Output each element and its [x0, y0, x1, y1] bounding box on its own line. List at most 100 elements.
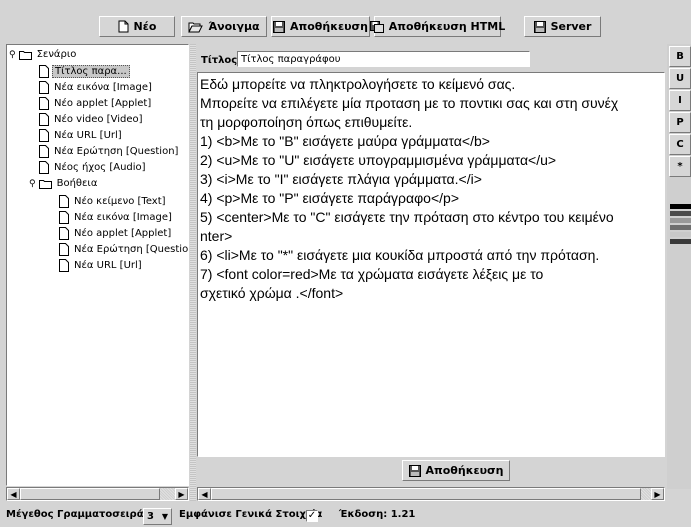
key-icon: ⚲ [29, 178, 36, 189]
color-swatch[interactable] [670, 239, 691, 244]
font-size-value: 3 [147, 511, 154, 522]
document-icon [59, 227, 69, 240]
save-content-button-label: Αποθήκευση [425, 464, 504, 477]
document-icon [59, 195, 69, 208]
key-icon: ⚲ [9, 49, 16, 60]
document-icon [39, 81, 49, 94]
title-input[interactable] [237, 51, 530, 67]
tree-item[interactable]: Νέο applet [Applet] [59, 226, 173, 241]
content-text-area[interactable]: Εδώ μπορείτε να πληκτρολογήσετε το κείμε… [197, 72, 665, 457]
document-icon [39, 129, 49, 142]
split-pane-divider[interactable] [190, 44, 196, 501]
document-icon [59, 243, 69, 256]
scroll-left-icon[interactable]: ◀ [7, 488, 20, 500]
scrollbar-thumb[interactable] [211, 488, 641, 500]
color-swatch[interactable] [670, 225, 691, 230]
content-line: 4) <p>Με το "P" εισάγετε παράγραφο</p> [200, 190, 459, 206]
color-swatch[interactable] [670, 218, 691, 223]
tree-item-label: Βοήθεια [56, 178, 98, 189]
open-folder-icon [188, 22, 204, 32]
server-button[interactable]: Server [524, 16, 601, 37]
color-swatch[interactable] [670, 211, 691, 216]
tree-item-label: Νέο video [Video] [54, 114, 143, 125]
tree-item[interactable]: Νέο κείμενο [Text] [59, 194, 168, 209]
floppy-disk-icon [533, 20, 546, 33]
content-line: Μπορείτε να επιλέγετε μία προταση με το … [200, 95, 619, 111]
paragraph-button[interactable]: P [669, 112, 691, 133]
tree-item-label: Νέα εικόνα [Image] [54, 82, 152, 93]
tree-item-label: Νέο applet [Applet] [74, 228, 172, 239]
content-line: 7) <font color=red>Με τα χρώματα εισάγετ… [200, 266, 544, 282]
chevron-down-icon: ▼ [161, 512, 168, 521]
scroll-left-icon[interactable]: ◀ [198, 488, 211, 500]
document-icon [39, 65, 49, 78]
scroll-right-icon[interactable]: ▶ [175, 488, 188, 500]
folder-icon [18, 50, 32, 60]
tree-folder-help[interactable]: ⚲ Βοήθεια [29, 176, 99, 191]
document-icon [39, 161, 49, 174]
content-line: Εδώ μπορείτε να πληκτρολογήσετε το κείμε… [200, 76, 516, 92]
color-swatch[interactable] [670, 232, 691, 237]
tree-item-label: Τίτλος παρα... [52, 65, 130, 78]
version-label: Έκδοση: 1.21 [339, 509, 416, 520]
checkmark-icon: ✓ [307, 510, 317, 521]
open-button-label: Άνοιγμα [208, 20, 260, 33]
tree-item[interactable]: Νέα εικόνα [Image] [59, 210, 174, 225]
bold-button[interactable]: B [669, 46, 691, 67]
tree-item[interactable]: Νέα URL [Url] [39, 128, 124, 143]
scrollbar-track[interactable] [211, 488, 651, 500]
save-content-button[interactable]: Αποθήκευση [402, 460, 510, 481]
save-button-label: Αποθήκευση [290, 20, 368, 33]
center-button[interactable]: C [669, 134, 691, 155]
scroll-right-icon[interactable]: ▶ [651, 488, 664, 500]
scrollbar-thumb[interactable] [20, 488, 160, 500]
status-bar: Μέγεθος Γραμματοσειράς: 3 ▼ Εμφάνισε Γεν… [0, 505, 691, 527]
tree-item[interactable]: Νέα εικόνα [Image] [39, 80, 154, 95]
content-line: 3) <i>Με το "I" εισάγετε πλάγια γράμματα… [200, 171, 482, 187]
new-button-label: Νέο [133, 20, 157, 33]
document-icon [39, 145, 49, 158]
save-html-button-label: Αποθήκευση HTML [388, 20, 506, 33]
show-general-checkbox[interactable]: ✓ [306, 510, 318, 522]
tree-root-scenario[interactable]: ⚲ Σενάριο [9, 47, 78, 62]
document-icon [59, 259, 69, 272]
scrollbar-track[interactable] [20, 488, 175, 500]
bullet-button[interactable]: * [669, 156, 691, 177]
new-button[interactable]: Νέο [99, 16, 175, 37]
format-toolbar: B U I P C * [667, 44, 691, 489]
save-html-button[interactable]: Αποθήκευση HTML [369, 16, 505, 37]
folder-icon [38, 179, 52, 189]
editor-horizontal-scrollbar[interactable]: ◀ ▶ [197, 487, 665, 501]
color-swatch[interactable] [670, 204, 691, 209]
font-size-select[interactable]: 3 ▼ [143, 508, 172, 525]
tree-item[interactable]: Νέα Ερώτηση [Question] [39, 144, 180, 159]
tree-item[interactable]: Νέο applet [Applet] [39, 96, 153, 111]
document-icon [39, 113, 49, 126]
italic-button[interactable]: I [669, 90, 691, 111]
tree-item-label: Νέα Ερώτηση [Question] [54, 146, 179, 157]
tree-item-label: Νέο applet [Applet] [54, 98, 152, 109]
floppy-disk-icon [408, 464, 421, 477]
tree-item[interactable]: Νέο video [Video] [39, 112, 145, 127]
tree-item[interactable]: Νέα Ερώτηση [Questio [59, 242, 189, 257]
content-line: 5) <center>Με το "C" εισάγετε την πρότασ… [200, 209, 614, 225]
scenario-tree[interactable]: ⚲ Σενάριο Τίτλος παρα... Νέα εικόνα [Ima… [6, 44, 189, 486]
tree-horizontal-scrollbar[interactable]: ◀ ▶ [6, 487, 189, 501]
tree-item[interactable]: Νέος ήχος [Audio] [39, 160, 148, 175]
tree-item-label: Νέα Ερώτηση [Questio [74, 244, 189, 255]
open-button[interactable]: Άνοιγμα [181, 16, 267, 37]
save-button[interactable]: Αποθήκευση [271, 16, 370, 37]
tree-item-label: Νέα URL [Url] [74, 260, 142, 271]
document-icon [59, 211, 69, 224]
underline-button[interactable]: U [669, 68, 691, 89]
tree-item-label: Νέος ήχος [Audio] [54, 162, 146, 173]
tree-item-label: Νέα εικόνα [Image] [74, 212, 172, 223]
tree-item[interactable]: Νέα URL [Url] [59, 258, 144, 273]
content-line: τη μορφοποίηση όπως επιθυμείτε. [200, 114, 413, 130]
tree-item[interactable]: Τίτλος παρα... [39, 64, 130, 79]
content-line: 2) <u>Με το "U" εισάγετε υπογραμμισμένα … [200, 152, 557, 168]
save-html-icon [369, 20, 384, 33]
floppy-disk-icon [273, 20, 286, 33]
server-button-label: Server [550, 20, 592, 33]
new-file-icon [118, 20, 129, 33]
